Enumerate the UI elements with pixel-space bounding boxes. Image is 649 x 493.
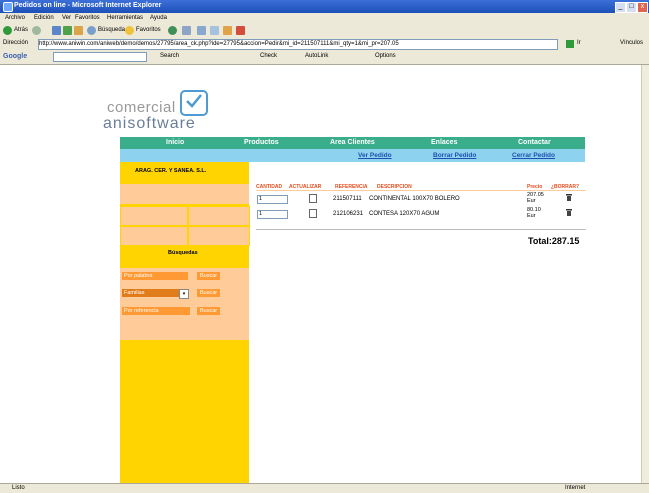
item-desc: CONTESA 120X70 AGUM xyxy=(369,211,440,217)
status-text: Listo xyxy=(12,485,25,491)
google-search-button[interactable]: Search xyxy=(160,53,179,59)
home-icon[interactable] xyxy=(74,26,83,35)
links-label[interactable]: Vínculos xyxy=(620,40,643,46)
search-by-ref-button[interactable]: Buscar xyxy=(197,307,221,315)
qty-input[interactable]: 1 xyxy=(257,210,288,219)
nav-inicio[interactable]: Inicio xyxy=(166,139,184,146)
close-button[interactable]: x xyxy=(637,2,648,13)
favorites-icon[interactable] xyxy=(125,26,134,35)
cart-divider xyxy=(256,190,586,191)
google-toolbar: Google Search Check AutoLink Options xyxy=(0,50,649,65)
sidebar-cell xyxy=(120,226,188,246)
item-price: 207.05 Eur xyxy=(527,192,544,204)
nav-productos[interactable]: Productos xyxy=(244,139,279,146)
nav-contactar[interactable]: Contactar xyxy=(518,139,551,146)
familias-select[interactable]: Familias xyxy=(122,289,184,297)
stop-icon[interactable] xyxy=(52,26,61,35)
item-ref: 212106231 xyxy=(333,211,364,217)
search-by-word-button[interactable]: Buscar xyxy=(197,272,221,280)
logo-line1: comercial xyxy=(107,99,176,116)
update-icon[interactable] xyxy=(309,194,317,203)
google-search-input[interactable] xyxy=(53,52,147,62)
menu-herramientas[interactable]: Herramientas xyxy=(107,15,143,21)
google-check-button[interactable]: Check xyxy=(260,53,277,59)
print-icon[interactable] xyxy=(197,26,206,35)
maximize-button[interactable]: □ xyxy=(626,2,637,13)
status-zone: Internet xyxy=(565,485,586,491)
sidebar-cell xyxy=(188,226,250,246)
chevron-down-icon[interactable]: ▾ xyxy=(179,289,189,299)
vertical-scrollbar[interactable] xyxy=(641,65,649,483)
address-label: Dirección xyxy=(3,40,29,46)
price-currency: Eur xyxy=(527,213,536,219)
item-price: 80.10 Eur xyxy=(527,207,541,219)
menu-favoritos[interactable]: Favoritos xyxy=(75,15,100,21)
sub-nav: Ver Pedido Borrar Pedido Cerrar Pedido xyxy=(120,149,585,162)
qty-input[interactable]: 1 xyxy=(257,195,288,204)
menu-edicion[interactable]: Edición xyxy=(34,15,54,21)
refresh-icon[interactable] xyxy=(63,26,72,35)
search-title: Búsquedas xyxy=(168,250,198,256)
total-divider xyxy=(256,229,586,230)
sidebar-cell xyxy=(120,206,188,226)
go-icon[interactable] xyxy=(566,40,574,48)
main-nav: Inicio Productos Area Clientes Enlaces C… xyxy=(120,137,585,149)
menu-ayuda[interactable]: Ayuda xyxy=(150,15,167,21)
history-icon[interactable] xyxy=(168,26,177,35)
menu-archivo[interactable]: Archivo xyxy=(5,15,25,21)
search-panel: Por palabra Buscar Familias ▾ Buscar Por… xyxy=(120,268,249,340)
edit-icon[interactable] xyxy=(210,26,219,35)
go-label[interactable]: Ir xyxy=(577,40,581,46)
cerrar-pedido-link[interactable]: Cerrar Pedido xyxy=(512,152,555,159)
google-autolink-button[interactable]: AutoLink xyxy=(305,53,328,59)
messenger-icon[interactable] xyxy=(236,26,245,35)
nav-area-clientes[interactable]: Area Clientes xyxy=(330,139,375,146)
sidebar: ARAG. CER. Y SANEA. S.L. Búsquedas Por p… xyxy=(120,162,250,483)
google-options-button[interactable]: Options xyxy=(375,53,396,59)
search-icon[interactable] xyxy=(87,26,96,35)
ie-icon xyxy=(3,2,13,12)
back-label[interactable]: Atrás xyxy=(14,27,28,33)
menu-ver[interactable]: Ver xyxy=(62,15,71,21)
company-name: ARAG. CER. Y SANEA. S.L. xyxy=(135,168,207,174)
minimize-button[interactable]: _ xyxy=(615,2,626,13)
trash-icon[interactable] xyxy=(566,194,572,201)
order-total: Total:287.15 xyxy=(528,236,580,246)
search-label[interactable]: Búsqueda xyxy=(98,27,125,33)
price-currency: Eur xyxy=(527,198,536,204)
logo-check-icon xyxy=(180,90,208,116)
item-desc: CONTINENTAL 100X70 BOLERO xyxy=(369,196,460,202)
back-icon[interactable] xyxy=(3,26,12,35)
favorites-label[interactable]: Favoritos xyxy=(136,27,161,33)
toolbar: Atrás Búsqueda Favoritos xyxy=(0,24,649,39)
sidebar-cell xyxy=(188,206,250,226)
window-titlebar: Pedidos on line - Microsoft Internet Exp… xyxy=(0,0,649,13)
trash-icon[interactable] xyxy=(566,209,572,216)
familias-select-value: Familias xyxy=(124,290,145,296)
logo-line2: anisoftware xyxy=(103,115,196,132)
google-logo[interactable]: Google xyxy=(3,53,27,60)
borrar-pedido-link[interactable]: Borrar Pedido xyxy=(433,152,476,159)
page-viewport xyxy=(0,65,641,483)
ver-pedido-link[interactable]: Ver Pedido xyxy=(358,152,392,159)
item-ref: 211507111 xyxy=(333,196,362,202)
discuss-icon[interactable] xyxy=(223,26,232,35)
forward-icon[interactable] xyxy=(32,26,41,35)
window-title: Pedidos on line - Microsoft Internet Exp… xyxy=(14,2,162,9)
sidebar-block xyxy=(120,184,249,204)
search-by-ref-input[interactable]: Por referencia xyxy=(122,307,190,315)
update-icon[interactable] xyxy=(309,209,317,218)
address-input[interactable]: http://www.aniwin.com/aniweb/demo/demos/… xyxy=(38,39,558,50)
mail-icon[interactable] xyxy=(182,26,191,35)
nav-enlaces[interactable]: Enlaces xyxy=(431,139,457,146)
search-by-family-button[interactable]: Buscar xyxy=(197,289,221,297)
search-by-word-input[interactable]: Por palabra xyxy=(122,272,188,280)
